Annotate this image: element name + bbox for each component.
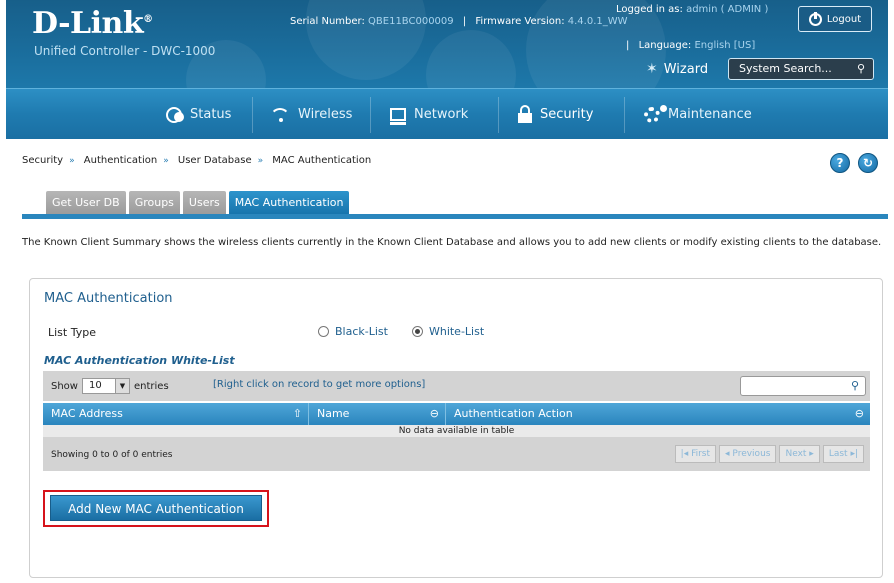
page-length: Show 10 ▼ entries: [51, 378, 169, 394]
nav-status[interactable]: Status: [166, 89, 231, 140]
tab-users[interactable]: Users: [182, 191, 226, 215]
wizard-link[interactable]: ✶ Wizard: [646, 61, 708, 77]
main-content: Security» Authentication» User Database»…: [6, 139, 888, 583]
logged-in-user: admin ( ADMIN ): [686, 4, 769, 15]
dlink-logo: D-Link®: [32, 6, 153, 41]
app-header: D-Link® Unified Controller - DWC-1000 Se…: [6, 0, 888, 88]
status-icon: [166, 106, 184, 123]
table-search-input[interactable]: ⚲: [740, 376, 866, 396]
nav-wireless[interactable]: Wireless: [270, 89, 352, 140]
breadcrumb-item: User Database: [177, 155, 252, 166]
main-nav: Status Wireless Network Security Mainten…: [6, 88, 888, 139]
table-toolbar: Show 10 ▼ entries [Right click on record…: [43, 371, 870, 401]
white-list-radio[interactable]: [411, 326, 423, 337]
list-type-radios: Black-List White-List: [318, 325, 484, 338]
logout-button[interactable]: Logout: [798, 6, 872, 32]
tab-underline: [22, 214, 888, 219]
help-icon: ?: [836, 156, 844, 170]
black-list-label: Black-List: [335, 325, 388, 338]
breadcrumb: Security» Authentication» User Database»…: [22, 155, 372, 166]
power-icon: [808, 11, 822, 26]
pagination: |◂ First ◂ Previous Next ▸ Last ▸|: [674, 445, 864, 463]
last-page-button[interactable]: Last ▸|: [822, 445, 864, 463]
product-subtitle: Unified Controller - DWC-1000: [34, 44, 216, 58]
network-icon: [390, 108, 406, 125]
right-click-hint: [Right click on record to get more optio…: [213, 379, 426, 390]
nav-maintenance[interactable]: Maintenance: [644, 89, 752, 140]
mac-auth-panel: MAC Authentication List Type Black-List …: [29, 278, 883, 578]
breadcrumb-item: Authentication: [83, 155, 158, 166]
device-info: Serial Number: QBE11BC000009 | Firmware …: [290, 16, 628, 27]
lock-icon: [518, 104, 532, 123]
wand-icon: ✶: [646, 61, 658, 77]
previous-page-button[interactable]: ◂ Previous: [719, 445, 777, 463]
login-info: Logged in as: admin ( ADMIN ): [616, 4, 769, 15]
next-page-button[interactable]: Next ▸: [779, 445, 820, 463]
breadcrumb-item: MAC Authentication: [272, 155, 372, 166]
empty-table-message: No data available in table: [43, 425, 870, 437]
black-list-radio[interactable]: [318, 326, 329, 337]
col-name[interactable]: Name ⊖: [309, 403, 446, 425]
tab-mac-authentication[interactable]: MAC Authentication: [228, 191, 350, 215]
entries-select[interactable]: 10 ▼: [81, 378, 130, 394]
white-list-label: White-List: [428, 325, 485, 338]
sort-up-icon: ⇧: [292, 407, 302, 420]
sort-icon: ⊖: [854, 407, 864, 420]
help-button[interactable]: ?: [830, 153, 850, 173]
refresh-icon: ↻: [862, 156, 874, 170]
system-search-input[interactable]: System Search... ⚲: [728, 58, 874, 80]
col-mac-address[interactable]: MAC Address ⇧: [43, 403, 309, 425]
wifi-icon: [270, 107, 290, 122]
panel-title: MAC Authentication: [44, 291, 173, 306]
search-icon: ⚲: [850, 379, 859, 392]
table-info: Showing 0 to 0 of 0 entries: [51, 450, 173, 460]
language-selector[interactable]: | Language: English [US]: [626, 40, 755, 51]
tab-bar: Get User DB Groups Users MAC Authenticat…: [46, 191, 350, 215]
refresh-button[interactable]: ↻: [858, 153, 878, 173]
list-type-label: List Type: [48, 326, 96, 339]
sort-icon: ⊖: [429, 407, 439, 420]
list-subheading: MAC Authentication White-List: [44, 354, 235, 367]
page-description: The Known Client Summary shows the wirel…: [22, 237, 882, 248]
serial-number: QBE11BC000009: [368, 16, 454, 27]
tab-groups[interactable]: Groups: [128, 191, 180, 215]
chevron-down-icon: ▼: [114, 379, 129, 393]
breadcrumb-item: Security: [22, 155, 64, 166]
gear-icon: [644, 104, 667, 123]
tab-get-user-db[interactable]: Get User DB: [46, 191, 126, 215]
nav-security[interactable]: Security: [518, 89, 593, 140]
search-icon: ⚲: [856, 62, 865, 75]
add-mac-authentication-button[interactable]: Add New MAC Authentication: [50, 495, 262, 521]
table-header: MAC Address ⇧ Name ⊖ Authentication Action…: [43, 403, 870, 425]
col-authentication-action[interactable]: Authentication Action ⊖: [446, 403, 870, 425]
table-footer: Showing 0 to 0 of 0 entries |◂ First ◂ P…: [43, 437, 870, 471]
firmware-version: 4.4.0.1_WW: [567, 16, 628, 27]
nav-network[interactable]: Network: [390, 89, 468, 140]
first-page-button[interactable]: |◂ First: [674, 445, 717, 463]
